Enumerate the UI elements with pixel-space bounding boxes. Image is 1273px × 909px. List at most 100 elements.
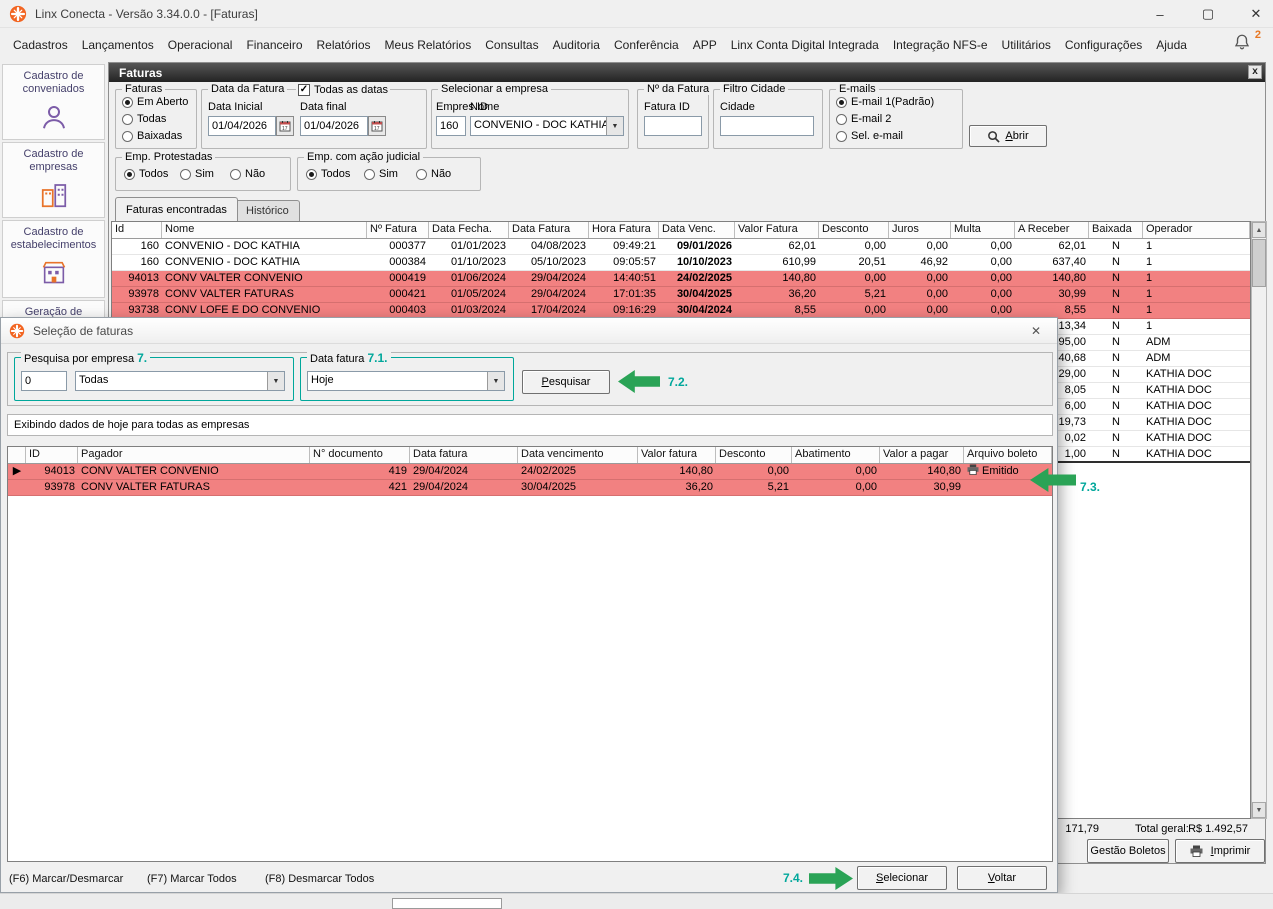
vertical-scrollbar[interactable]: ▲ ▼ [1251,221,1267,819]
table-cell: 10/10/2023 [676,256,732,268]
column-header[interactable]: A Receber [1015,222,1089,238]
table-row[interactable]: 160 CONVENIO - DOC KATHIA 000377 01/01/2023… [112,239,1250,255]
table-row[interactable]: 94013 CONV VALTER CONVENIO 000419 01/06/202… [112,271,1250,287]
chevron-down-icon[interactable]: ▼ [267,372,284,390]
chevron-down-icon[interactable]: ▼ [606,117,623,135]
voltar-button[interactable]: Voltar [957,866,1047,890]
data-fatura-select[interactable]: Hoje ▼ [307,371,505,391]
imprimir-button[interactable]: Imprimir [1175,839,1265,863]
radio-judicial-sim[interactable]: Sim [364,168,398,180]
column-header[interactable]: Nome [162,222,367,238]
pesquisar-button[interactable]: Pesquisar [522,370,610,394]
panel-close-icon[interactable]: x [1248,65,1262,79]
data-final-calendar-button[interactable]: 17 [368,116,386,136]
column-header[interactable]: ID [26,447,78,463]
column-header[interactable]: Data vencimento [518,447,638,463]
chevron-down-icon[interactable]: ▼ [487,372,504,390]
tab-faturas-encontradas[interactable]: Faturas encontradas [115,197,238,221]
table-row[interactable]: 93978 CONV VALTER FATURAS 000421 01/05/2024… [112,287,1250,303]
cidade-input[interactable] [720,116,814,136]
menu-item-integracao-nfse[interactable]: Integração NFS-e [886,34,995,56]
table-cell: 160 [140,240,159,252]
data-inicial-input[interactable] [208,116,276,136]
abrir-button[interactable]: Abrir [969,125,1047,147]
maximize-icon[interactable]: ▢ [1199,6,1217,22]
menu-item-cadastros[interactable]: Cadastros [6,34,75,56]
column-header[interactable]: Valor Fatura [735,222,819,238]
fatura-id-input[interactable] [644,116,702,136]
column-header[interactable]: Nº Fatura [367,222,429,238]
column-header[interactable]: Desconto [716,447,792,463]
table-row[interactable]: 93978 CONV VALTER FATURAS 421 29/04/2024 30/… [8,480,1052,496]
column-header[interactable]: Operador [1143,222,1250,238]
column-header[interactable]: Id [112,222,162,238]
radio-todas[interactable]: Todas [122,113,166,125]
printer-icon [967,464,979,475]
menu-item-lancamentos[interactable]: Lançamentos [75,34,161,56]
column-header[interactable]: Multa [951,222,1015,238]
menu-item-configuracoes[interactable]: Configurações [1058,34,1149,56]
tab-historico[interactable]: Histórico [235,200,300,221]
column-header[interactable]: Arquivo boleto [964,447,1052,463]
data-inicial-calendar-button[interactable]: 17 [276,116,294,136]
radio-protestadas-nao[interactable]: Não [230,168,265,180]
column-header[interactable]: Data Venc. [659,222,735,238]
menu-item-app[interactable]: APP [686,34,724,56]
column-header[interactable]: Hora Fatura [589,222,659,238]
radio-em-aberto[interactable]: Em Aberto [122,96,188,108]
sidebar-item-cadastro-empresas[interactable]: Cadastro de empresas [2,142,105,218]
radio-email-2[interactable]: E-mail 2 [836,113,891,125]
menu-item-auditoria[interactable]: Auditoria [546,34,607,56]
column-header[interactable]: Abatimento [792,447,880,463]
radio-sel-email[interactable]: Sel. e-mail [836,130,903,142]
empresa-nome-select[interactable]: CONVENIO - DOC KATHIA ▼ [470,116,624,136]
column-header[interactable]: Valor a pagar [880,447,964,463]
gestao-boletos-button[interactable]: Gestão Boletos [1087,839,1169,863]
radio-baixadas[interactable]: Baixadas [122,130,182,142]
empresa-id-input[interactable] [21,371,67,391]
radio-protestadas-todos[interactable]: Todos [124,168,168,180]
scrollbar-thumb[interactable] [1252,239,1266,287]
menu-item-utilitarios[interactable]: Utilitários [995,34,1058,56]
dialog-close-icon[interactable]: ✕ [1025,321,1047,341]
radio-email-1[interactable]: E-mail 1(Padrão) [836,96,934,108]
minimize-icon[interactable]: – [1151,7,1169,22]
receber-total: 171,79 [1065,823,1099,835]
checkbox-todas-as-datas[interactable]: ✓ Todas as datas [296,84,390,96]
close-icon[interactable]: ✕ [1247,6,1265,22]
column-header[interactable]: Data Fatura [509,222,589,238]
empres-id-input[interactable] [436,116,466,136]
radio-protestadas-sim[interactable]: Sim [180,168,214,180]
bell-icon[interactable] [1233,33,1251,51]
menu-item-ajuda[interactable]: Ajuda [1149,34,1194,56]
column-header[interactable]: Baixada [1089,222,1143,238]
column-header[interactable]: Juros [889,222,951,238]
menu-item-meus-relatorios[interactable]: Meus Relatórios [378,34,479,56]
empresa-select[interactable]: Todas ▼ [75,371,285,391]
data-final-input[interactable] [300,116,368,136]
table-row[interactable]: ▶ 94013 CONV VALTER CONVENIO 419 29/04/2024 2… [8,464,1052,480]
column-header[interactable]: Valor fatura [638,447,716,463]
selecionar-button[interactable]: Selecionar [857,866,947,890]
column-header[interactable]: Desconto [819,222,889,238]
table-cell: N [1112,288,1120,300]
menu-item-operacional[interactable]: Operacional [161,34,240,56]
column-header[interactable]: Data fatura [410,447,518,463]
column-header[interactable]: Pagador [78,447,310,463]
scroll-up-icon[interactable]: ▲ [1252,222,1266,238]
column-header[interactable]: Data Fecha. [429,222,509,238]
menu-item-linx-conta-digital[interactable]: Linx Conta Digital Integrada [724,34,886,56]
radio-judicial-todos[interactable]: Todos [306,168,350,180]
menu-item-consultas[interactable]: Consultas [478,34,545,56]
table-cell: 0,00 [855,481,877,493]
table-row[interactable]: 160 CONVENIO - DOC KATHIA 000384 01/10/2023… [112,255,1250,271]
sidebar-item-cadastro-estabelecimentos[interactable]: Cadastro de estabelecimentos [2,220,105,298]
column-header[interactable] [8,447,26,463]
menu-item-conferencia[interactable]: Conferência [607,34,686,56]
menu-item-financeiro[interactable]: Financeiro [239,34,309,56]
radio-judicial-nao[interactable]: Não [416,168,451,180]
sidebar-item-cadastro-conveniados[interactable]: Cadastro de conveniados [2,64,105,140]
scroll-down-icon[interactable]: ▼ [1252,802,1266,818]
column-header[interactable]: N° documento [310,447,410,463]
menu-item-relatorios[interactable]: Relatórios [310,34,378,56]
